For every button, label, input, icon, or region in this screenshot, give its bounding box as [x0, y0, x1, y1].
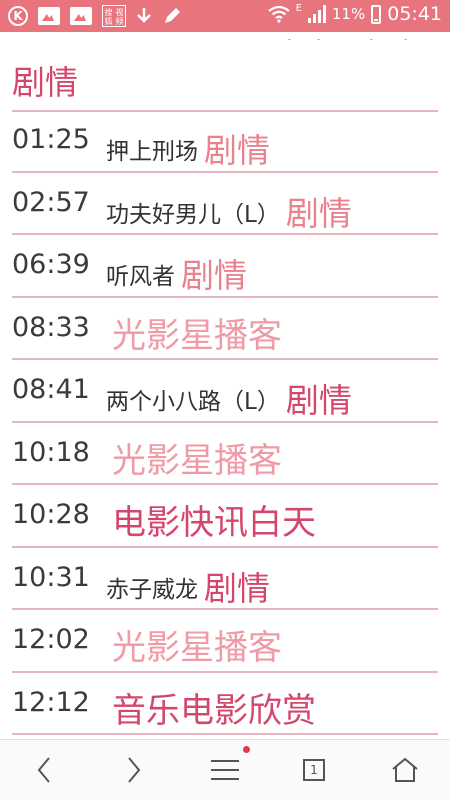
program-title: 两个小八路（L） 剧情 — [106, 374, 352, 422]
program-name: 光影星播客 — [112, 628, 282, 668]
battery-percent: 11% — [331, 5, 366, 23]
program-time: 01:25 — [12, 124, 90, 155]
back-button[interactable] — [24, 752, 64, 788]
k-app-icon: K — [8, 6, 28, 26]
section-title: 剧情 — [12, 63, 78, 102]
notification-dot — [243, 746, 250, 753]
menu-icon — [211, 760, 239, 780]
program-name: 电影快讯白天 — [112, 503, 316, 543]
previous-section-peek — [0, 32, 450, 40]
schedule-row[interactable]: 12:12 音乐电影欣赏 — [12, 673, 438, 735]
program-time: 08:41 — [12, 374, 90, 405]
program-name: 听风者 — [106, 264, 175, 290]
download-icon — [136, 7, 152, 25]
schedule-row[interactable]: 06:39 听风者 剧情 — [12, 235, 438, 298]
signal-icon — [307, 5, 326, 23]
program-name: 赤子威龙 — [106, 576, 198, 603]
sohu-label-bottom: 视频 — [115, 7, 124, 26]
program-time: 10:28 — [12, 499, 90, 530]
tab-count: 1 — [310, 763, 318, 777]
sohu-label-top: 搜狐 — [104, 7, 113, 26]
home-icon — [392, 757, 418, 782]
program-time: 06:39 — [12, 249, 90, 280]
image-notification-icon — [38, 7, 60, 25]
forward-icon — [128, 757, 141, 783]
program-name: 两个小八路（L） — [106, 389, 280, 415]
wifi-icon — [267, 5, 290, 23]
genre-tag: 剧情 — [285, 381, 352, 420]
program-name: 押上刑场 — [106, 139, 198, 165]
program-title: 听风者 剧情 — [106, 249, 247, 297]
schedule-row[interactable]: 10:28 电影快讯白天 — [12, 485, 438, 548]
back-icon — [37, 757, 50, 783]
menu-button[interactable] — [205, 752, 245, 788]
schedule-row[interactable]: 10:18 光影星播客 — [12, 423, 438, 485]
program-name: 光影星播客 — [112, 315, 282, 356]
program-name: 光影星播客 — [112, 440, 282, 481]
program-time: 10:31 — [12, 561, 90, 593]
genre-tag: 剧情 — [204, 131, 270, 170]
schedule-row[interactable]: 01:25 押上刑场 剧情 — [12, 110, 438, 173]
edit-icon — [162, 6, 182, 26]
schedule-row[interactable]: 08:33 光影星播客 — [12, 298, 438, 360]
genre-tag: 剧情 — [285, 193, 352, 233]
genre-tag: 剧情 — [181, 256, 247, 295]
program-title: 押上刑场 剧情 — [106, 124, 270, 172]
status-bar: K 搜狐 视频 E 11% 05:41 — [0, 0, 450, 32]
tabs-button[interactable]: 1 — [294, 752, 334, 788]
schedule-row[interactable]: 02:57 功夫好男儿（L） 剧情 — [12, 173, 438, 235]
bottom-nav-bar: 1 — [0, 739, 450, 800]
program-name: 音乐电影欣赏 — [112, 690, 316, 731]
program-time: 12:12 — [12, 686, 90, 718]
program-time: 12:02 — [12, 624, 90, 655]
program-time: 02:57 — [12, 186, 90, 218]
tabs-icon: 1 — [303, 759, 325, 781]
network-type: E — [295, 3, 302, 14]
program-time: 10:18 — [12, 436, 90, 468]
home-button[interactable] — [385, 752, 425, 788]
program-name: 功夫好男儿（L） — [106, 201, 280, 228]
schedule-row[interactable]: 10:31 赤子威龙 剧情 — [12, 548, 438, 610]
forward-button[interactable] — [114, 752, 154, 788]
image-notification-icon-2 — [70, 7, 92, 25]
battery-icon — [371, 4, 382, 24]
schedule-row[interactable]: 12:02 光影星播客 — [12, 610, 438, 673]
sohu-video-icon: 搜狐 视频 — [102, 5, 126, 27]
schedule-row[interactable]: 08:41 两个小八路（L） 剧情 — [12, 360, 438, 423]
clock: 05:41 — [387, 3, 442, 25]
genre-tag: 剧情 — [204, 568, 270, 608]
program-time: 08:33 — [12, 311, 90, 343]
schedule-list: 01:25 押上刑场 剧情 02:57 功夫好男儿（L） 剧情 06:39 听风者剧… — [12, 110, 438, 735]
program-title: 功夫好男儿（L） 剧情 — [106, 187, 352, 235]
program-title: 赤子威龙 剧情 — [106, 562, 270, 610]
